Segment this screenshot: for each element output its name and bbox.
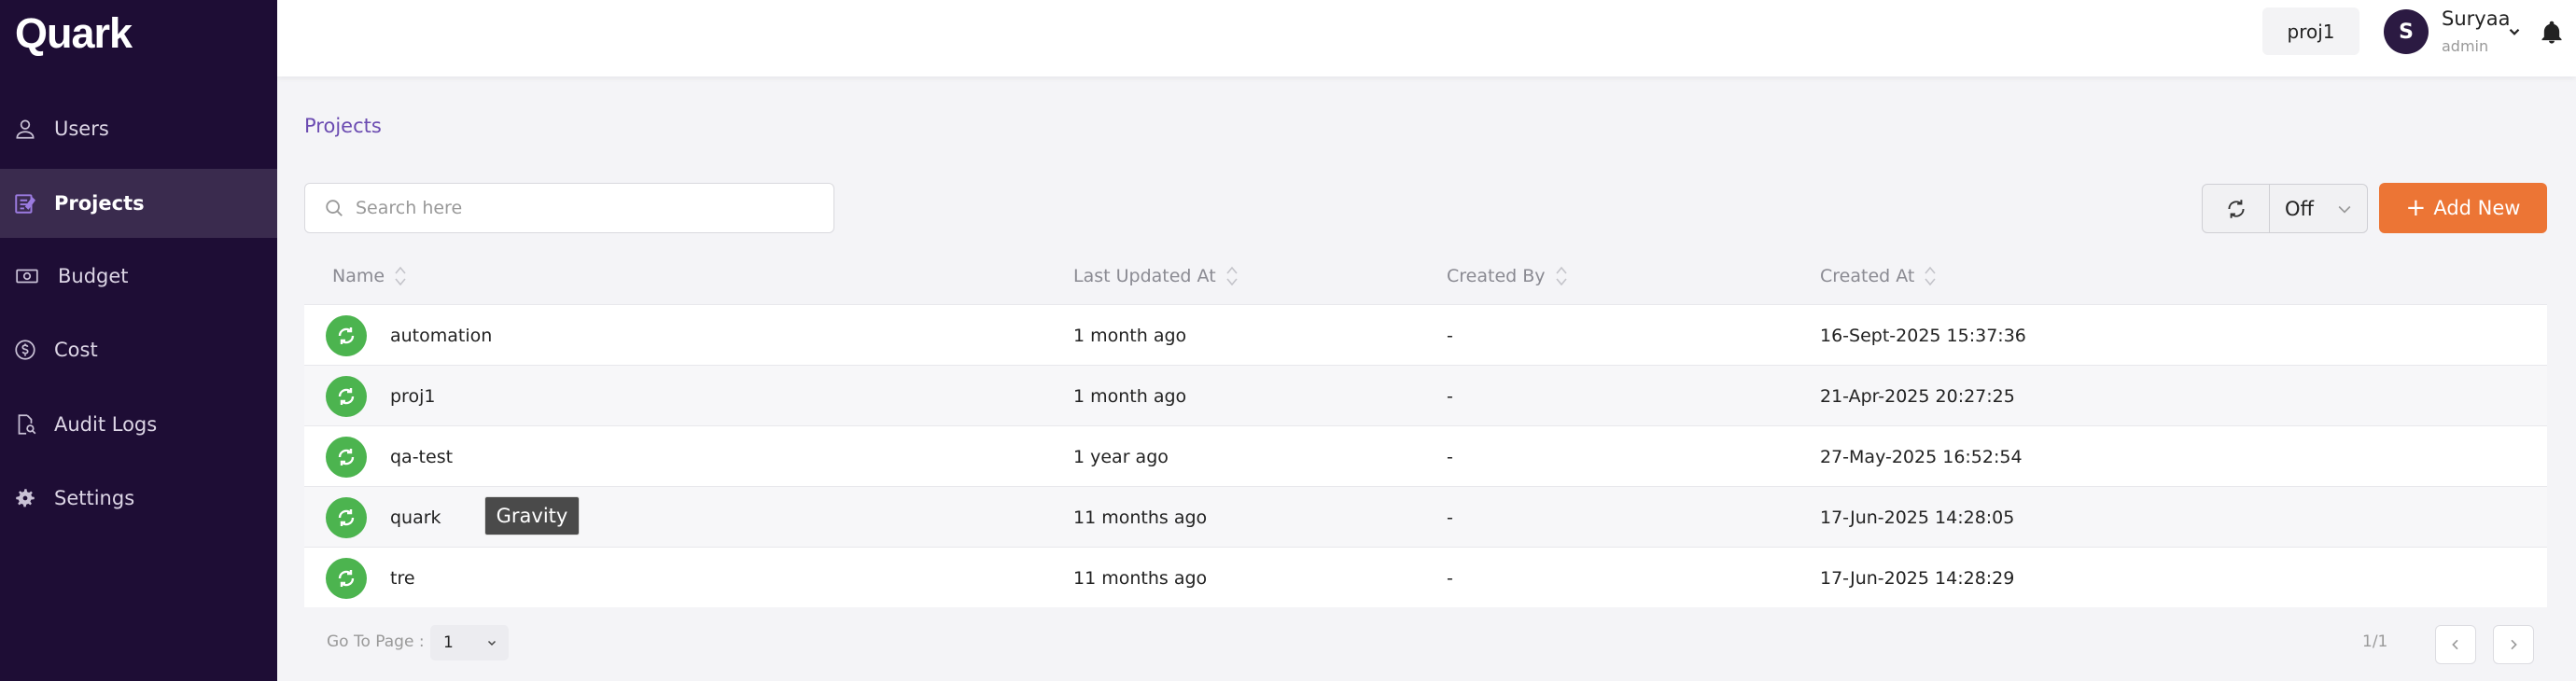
search-icon [326, 200, 343, 216]
user-role: admin [2442, 37, 2489, 55]
breadcrumb[interactable]: Projects [304, 115, 382, 137]
created-by: - [1447, 325, 1453, 346]
chevron-down-icon[interactable] [2506, 23, 2523, 40]
table-row[interactable]: qa-test 1 year ago - 27-May-2025 16:52:5… [304, 425, 2547, 486]
project-name[interactable]: tre [390, 548, 415, 608]
sidebar-item-label: Audit Logs [54, 413, 158, 436]
bell-icon[interactable] [2539, 19, 2565, 47]
created-by: - [1447, 385, 1453, 407]
chevron-right-icon [2511, 639, 2517, 650]
app-logo: Quark [15, 9, 133, 57]
table-row[interactable]: automation 1 month ago - 16-Sept-2025 15… [304, 304, 2547, 365]
auto-refresh-control: Off [2202, 184, 2368, 233]
projects-table: Name Last Updated At Created By Created … [304, 248, 2547, 607]
sidebar-item-label: Budget [58, 265, 129, 287]
sidebar-item-users[interactable]: Users [0, 94, 277, 163]
project-name[interactable]: proj1 [390, 366, 435, 426]
sidebar-item-cost[interactable]: Cost [0, 315, 277, 384]
goto-page-label: Go To Page : [327, 632, 425, 651]
last-updated: 1 month ago [1073, 385, 1187, 407]
sidebar-item-label: Cost [54, 339, 98, 361]
table-row[interactable]: proj1 1 month ago - 21-Apr-2025 20:27:25 [304, 365, 2547, 425]
current-project-chip[interactable]: proj1 [2262, 7, 2359, 55]
created-at: 27-May-2025 16:52:54 [1820, 446, 2023, 467]
search-box[interactable] [304, 183, 834, 233]
previous-page-button[interactable] [2435, 625, 2476, 664]
cost-icon [11, 336, 39, 364]
goto-page-select[interactable]: 1 [430, 625, 509, 660]
created-at: 17-Jun-2025 14:28:05 [1820, 507, 2015, 528]
pagination-bar: Go To Page : 1 1/1 [304, 610, 2547, 677]
refresh-icon [2227, 199, 2245, 218]
last-updated: 1 year ago [1073, 446, 1169, 467]
project-name[interactable]: quark [390, 487, 441, 548]
created-by: - [1447, 446, 1453, 467]
column-header-name[interactable]: Name [332, 248, 407, 304]
column-header-last-updated[interactable]: Last Updated At [1073, 248, 1239, 304]
column-header-label: Name [332, 266, 385, 286]
sync-status-icon[interactable] [326, 496, 367, 538]
user-name[interactable]: Suryaa [2442, 7, 2510, 30]
chevron-down-icon [2338, 205, 2351, 214]
sidebar-item-label: Projects [54, 192, 145, 215]
project-name[interactable]: qa-test [390, 426, 453, 487]
created-at: 17-Jun-2025 14:28:29 [1820, 567, 2015, 589]
created-at: 21-Apr-2025 20:27:25 [1820, 385, 2015, 407]
gear-icon [11, 484, 39, 512]
sidebar-item-label: Users [54, 118, 109, 140]
column-header-created-by[interactable]: Created By [1447, 248, 1568, 304]
sidebar: Quark Users Projects Budget Cost Audit L… [0, 0, 277, 681]
created-by: - [1447, 507, 1453, 528]
sort-icon[interactable] [1225, 266, 1239, 286]
user-icon [11, 115, 39, 143]
table-row[interactable]: quark 11 months ago - 17-Jun-2025 14:28:… [304, 486, 2547, 547]
page-count: 1/1 [2362, 632, 2388, 651]
search-input[interactable] [356, 198, 804, 218]
last-updated: 11 months ago [1073, 507, 1208, 528]
project-name[interactable]: automation [390, 305, 492, 366]
top-header [277, 0, 2576, 76]
refresh-button[interactable] [2203, 185, 2270, 232]
refresh-interval-select[interactable]: Off [2270, 198, 2367, 220]
sidebar-item-projects[interactable]: Projects [0, 169, 277, 238]
sort-icon[interactable] [1555, 266, 1568, 286]
last-updated: 1 month ago [1073, 325, 1187, 346]
column-header-label: Created By [1447, 266, 1546, 286]
avatar[interactable]: S [2384, 9, 2429, 54]
refresh-interval-value: Off [2285, 197, 2314, 220]
sort-icon[interactable] [1924, 266, 1937, 286]
sync-status-icon[interactable] [326, 314, 367, 356]
sync-status-icon[interactable] [326, 557, 367, 599]
audit-logs-icon [11, 410, 39, 438]
sidebar-item-settings[interactable]: Settings [0, 464, 277, 533]
sync-status-icon[interactable] [326, 436, 367, 478]
chevron-left-icon [2452, 639, 2458, 650]
tooltip: Gravity [484, 496, 580, 535]
sync-status-icon[interactable] [326, 375, 367, 417]
next-page-button[interactable] [2493, 625, 2534, 664]
goto-page-value: 1 [443, 633, 454, 652]
sort-icon[interactable] [394, 266, 407, 286]
plus-icon: + [2405, 194, 2427, 222]
column-header-created-at[interactable]: Created At [1820, 248, 1937, 304]
sidebar-item-audit-logs[interactable]: Audit Logs [0, 390, 277, 459]
table-row[interactable]: tre 11 months ago - 17-Jun-2025 14:28:29 [304, 547, 2547, 607]
created-by: - [1447, 567, 1453, 589]
sidebar-item-budget[interactable]: Budget [0, 242, 277, 311]
chevron-down-icon [487, 640, 497, 646]
column-header-label: Last Updated At [1073, 266, 1216, 286]
last-updated: 11 months ago [1073, 567, 1208, 589]
table-header: Name Last Updated At Created By Created … [304, 248, 2547, 304]
add-new-button[interactable]: + Add New [2379, 183, 2547, 233]
budget-icon [13, 262, 41, 290]
sidebar-item-label: Settings [54, 487, 135, 509]
created-at: 16-Sept-2025 15:37:36 [1820, 325, 2026, 346]
projects-icon [11, 189, 39, 217]
column-header-label: Created At [1820, 266, 1915, 286]
add-new-label: Add New [2433, 197, 2521, 219]
